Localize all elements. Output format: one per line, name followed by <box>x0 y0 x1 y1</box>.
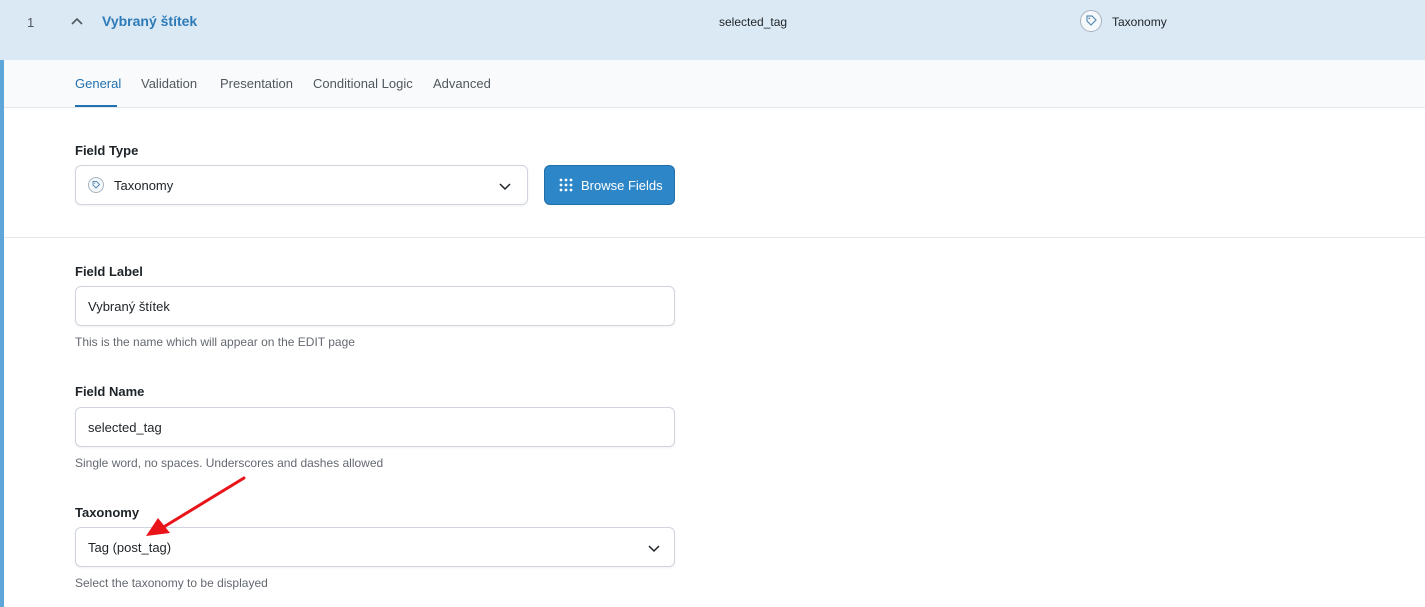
field-left-accent-bar <box>0 60 4 607</box>
field-name-help: Single word, no spaces. Underscores and … <box>75 456 384 470</box>
taxonomy-value: Tag (post_tag) <box>88 540 172 555</box>
chevron-down-icon <box>648 545 660 553</box>
tab-advanced[interactable]: Advanced <box>433 76 491 91</box>
tag-icon <box>88 177 104 193</box>
field-type-select[interactable]: Taxonomy <box>75 165 528 205</box>
field-name-label: Field Name <box>75 384 145 399</box>
field-header-row[interactable]: 1 Vybraný štítek selected_tag Taxonomy <box>0 0 1425 60</box>
field-name-text: selected_tag <box>719 15 788 29</box>
chevron-up-icon[interactable] <box>68 12 86 30</box>
field-label-input[interactable] <box>75 286 675 326</box>
field-order-number: 1 <box>27 15 35 30</box>
active-tab-indicator <box>75 105 117 107</box>
tab-general[interactable]: General <box>75 76 121 91</box>
tab-conditional-logic[interactable]: Conditional Logic <box>313 76 413 91</box>
browse-fields-label: Browse Fields <box>581 178 663 193</box>
field-label-help: This is the name which will appear on th… <box>75 335 355 349</box>
taxonomy-label: Taxonomy <box>75 505 140 520</box>
field-name-input[interactable] <box>75 407 675 447</box>
field-label-link[interactable]: Vybraný štítek <box>102 13 197 29</box>
taxonomy-help: Select the taxonomy to be displayed <box>75 576 268 590</box>
tab-presentation[interactable]: Presentation <box>220 76 293 91</box>
field-type-text: Taxonomy <box>1112 15 1167 29</box>
tag-icon <box>1080 10 1102 32</box>
chevron-down-icon <box>499 183 511 191</box>
annotation-arrow <box>146 476 246 536</box>
section-divider <box>4 237 1425 238</box>
field-type-value: Taxonomy <box>114 178 174 193</box>
field-type-label: Field Type <box>75 143 139 158</box>
grid-icon <box>559 178 573 192</box>
tab-validation[interactable]: Validation <box>141 76 197 91</box>
field-settings-tabs: General Validation Presentation Conditio… <box>4 60 1425 108</box>
field-label-label: Field Label <box>75 264 143 279</box>
browse-fields-button[interactable]: Browse Fields <box>544 165 675 205</box>
